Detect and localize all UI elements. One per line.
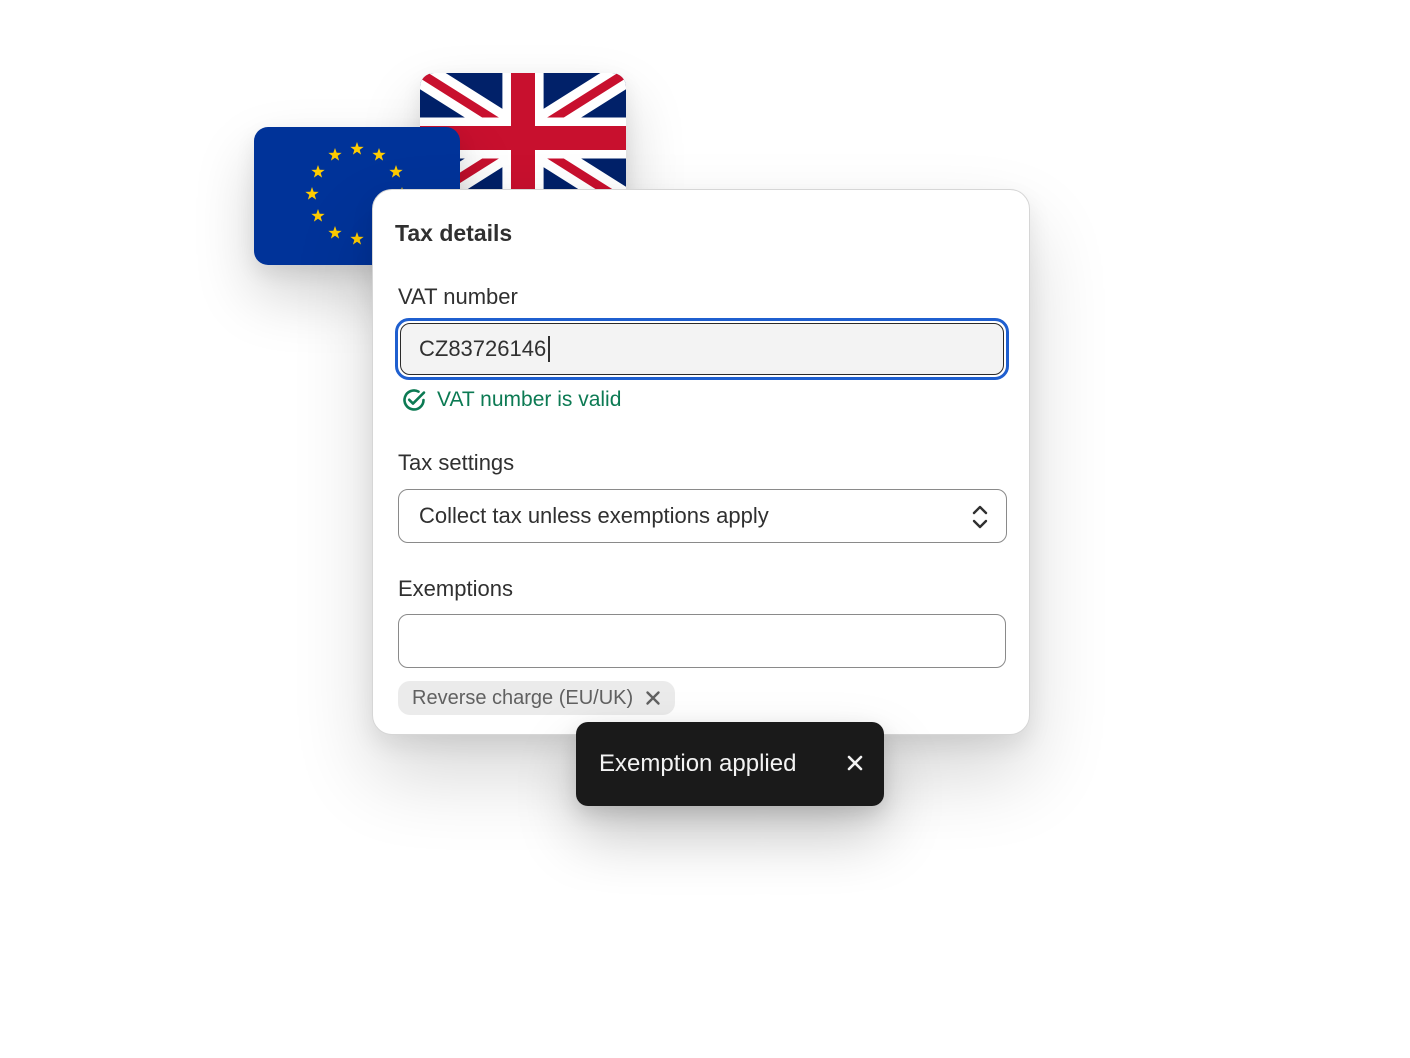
tax-settings-selected: Collect tax unless exemptions apply — [419, 503, 769, 528]
vat-number-value: CZ83726146 — [419, 336, 547, 361]
toast-notification: Exemption applied — [576, 722, 884, 806]
exemptions-label: Exemptions — [398, 576, 513, 601]
vat-number-focus-ring: CZ83726146 — [395, 318, 1009, 380]
tax-settings-label: Tax settings — [398, 450, 515, 475]
exemption-tag-label: Reverse charge (EU/UK) — [412, 686, 634, 709]
text-caret — [548, 336, 551, 362]
check-circle-icon — [403, 389, 426, 411]
vat-number-input[interactable]: CZ83726146 — [400, 323, 1004, 375]
vat-number-label: VAT number — [398, 284, 518, 309]
toast-message: Exemption applied — [599, 750, 797, 777]
tax-details-card: Tax details VAT number CZ83726146 VAT nu… — [372, 189, 1030, 735]
vat-validation-text: VAT number is valid — [437, 388, 622, 411]
card-title: Tax details — [395, 220, 513, 246]
close-icon[interactable] — [645, 690, 661, 706]
vat-validation-message: VAT number is valid — [401, 387, 621, 413]
exemptions-input[interactable] — [398, 614, 1006, 668]
close-icon[interactable] — [846, 754, 864, 772]
select-chevron-icon — [972, 505, 988, 529]
exemption-tag: Reverse charge (EU/UK) — [398, 681, 676, 715]
tax-settings-select[interactable]: Collect tax unless exemptions apply — [398, 489, 1007, 543]
